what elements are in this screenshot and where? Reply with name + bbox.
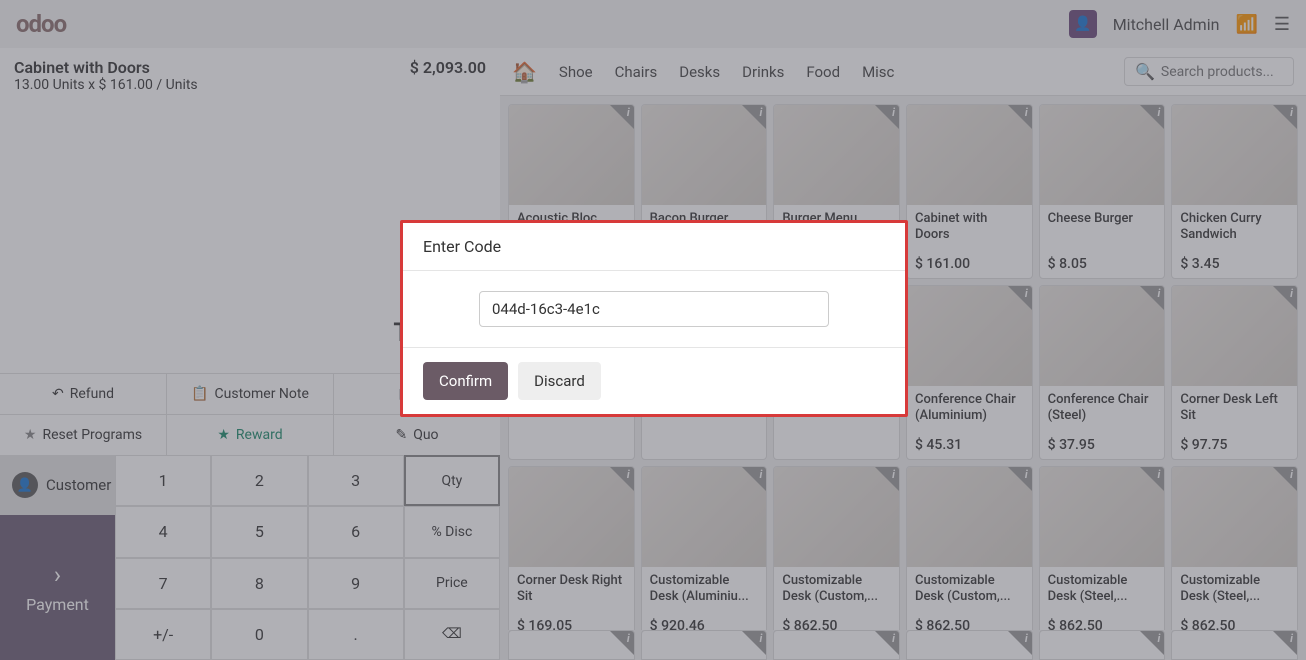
modal-title: Enter Code xyxy=(403,223,905,271)
confirm-button[interactable]: Confirm xyxy=(423,362,508,400)
discard-button[interactable]: Discard xyxy=(518,362,601,400)
modal-body xyxy=(403,271,905,348)
enter-code-modal: Enter Code Confirm Discard xyxy=(400,220,908,417)
modal-footer: Confirm Discard xyxy=(403,348,905,414)
code-input[interactable] xyxy=(479,291,829,327)
